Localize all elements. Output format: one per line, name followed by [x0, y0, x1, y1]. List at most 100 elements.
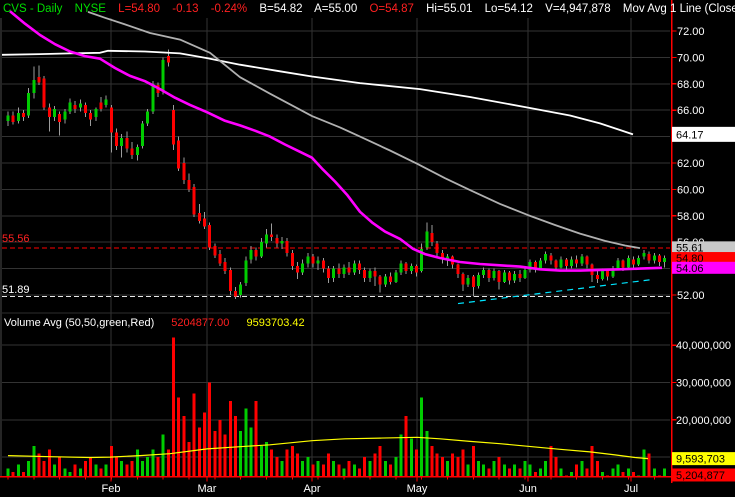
candle	[461, 273, 465, 285]
candle	[42, 78, 46, 108]
candle	[507, 272, 511, 281]
candle	[425, 231, 429, 248]
candle	[27, 93, 31, 116]
price-change: -0.13	[172, 3, 199, 15]
candle	[32, 79, 36, 94]
svg-text:60.00: 60.00	[677, 184, 705, 196]
candle	[296, 265, 300, 273]
candle	[290, 252, 294, 266]
candle	[109, 107, 113, 133]
candle	[187, 180, 191, 190]
svg-text:66.00: 66.00	[677, 105, 705, 117]
candle	[301, 263, 305, 273]
candle	[657, 255, 661, 262]
candle	[352, 263, 356, 273]
candle	[523, 269, 527, 278]
svg-text:52.00: 52.00	[677, 290, 705, 302]
symbol-label: CVS - Daily	[3, 3, 63, 15]
support-level-label: 51.89	[2, 284, 30, 296]
candle	[202, 218, 206, 227]
candle	[414, 265, 418, 273]
candle	[518, 273, 522, 278]
candle	[394, 272, 398, 282]
candle	[120, 137, 124, 146]
svg-text:58.00: 58.00	[677, 211, 705, 223]
price-change-percent: -0.24%	[210, 3, 248, 15]
candle	[435, 243, 439, 253]
candle	[233, 291, 237, 297]
candle	[456, 264, 460, 274]
candle	[652, 255, 656, 261]
candle	[151, 83, 155, 112]
candle	[342, 267, 346, 274]
candle	[358, 263, 362, 270]
ma-200-line[interactable]	[1, 49, 634, 136]
candle	[383, 276, 387, 285]
candle	[637, 258, 641, 265]
svg-text:70.00: 70.00	[677, 52, 705, 64]
candle	[626, 258, 630, 268]
candle	[285, 240, 289, 253]
volume-avg-value-yellow: 9593703.42	[246, 317, 305, 329]
open-value: O=54.87	[369, 3, 414, 15]
candle	[182, 163, 186, 181]
candle	[378, 276, 382, 285]
candle	[482, 269, 486, 276]
candle	[249, 250, 253, 260]
svg-text:72.00: 72.00	[677, 26, 705, 38]
candle	[476, 275, 480, 286]
volume-avg-value-red: 5204877.00	[171, 317, 230, 329]
svg-text:54.06: 54.06	[676, 263, 704, 275]
candle	[125, 137, 129, 149]
month-label: May	[407, 483, 428, 495]
candle	[559, 259, 563, 268]
chart-canvas[interactable]: 72.0070.0068.0066.0062.0060.0058.0056.00…	[0, 0, 735, 497]
month-label: Apr	[303, 483, 320, 495]
candle	[228, 269, 232, 292]
candle	[275, 238, 279, 244]
volume-legend: Volume Avg (50,50,green,Red) 5204877.00 …	[4, 317, 319, 330]
candle	[642, 252, 646, 257]
candle	[647, 254, 651, 261]
candle	[239, 284, 243, 295]
ask-value: A=55.00	[314, 3, 358, 15]
candle	[321, 260, 325, 269]
candle	[223, 262, 227, 272]
candle	[6, 115, 10, 121]
candle	[259, 242, 263, 257]
axes-layer[interactable]	[0, 0, 677, 483]
candle	[161, 60, 165, 92]
gridlines-layer	[0, 18, 670, 477]
candle	[663, 258, 667, 262]
candle	[280, 240, 284, 244]
candle	[208, 225, 212, 248]
candle	[16, 112, 20, 121]
candle	[539, 260, 543, 269]
candle	[37, 77, 41, 83]
candle	[73, 104, 77, 109]
candle	[53, 108, 57, 117]
candle	[130, 148, 134, 156]
bid-value: B=54.82	[259, 3, 303, 15]
candle	[166, 56, 170, 63]
ma-gray-line[interactable]	[87, 11, 641, 249]
low-value: Lo=54.12	[484, 3, 533, 15]
candles-layer[interactable]	[6, 56, 667, 297]
candle	[177, 140, 181, 169]
svg-text:68.00: 68.00	[677, 79, 705, 91]
svg-text:62.00: 62.00	[677, 158, 705, 170]
trendline[interactable]	[457, 279, 651, 305]
candle	[513, 273, 517, 281]
moving-averages-layer[interactable]	[1, 10, 663, 272]
candle	[466, 277, 470, 285]
volume-bars-layer[interactable]	[6, 337, 667, 477]
candle	[84, 104, 88, 113]
candle	[368, 271, 372, 278]
candle	[409, 265, 413, 272]
svg-text:20,000,000: 20,000,000	[676, 415, 731, 427]
svg-text:9,593,703: 9,593,703	[676, 454, 725, 466]
svg-text:5,204,877: 5,204,877	[676, 470, 725, 482]
candle	[554, 260, 558, 268]
candle	[244, 260, 248, 284]
candle	[218, 254, 222, 264]
